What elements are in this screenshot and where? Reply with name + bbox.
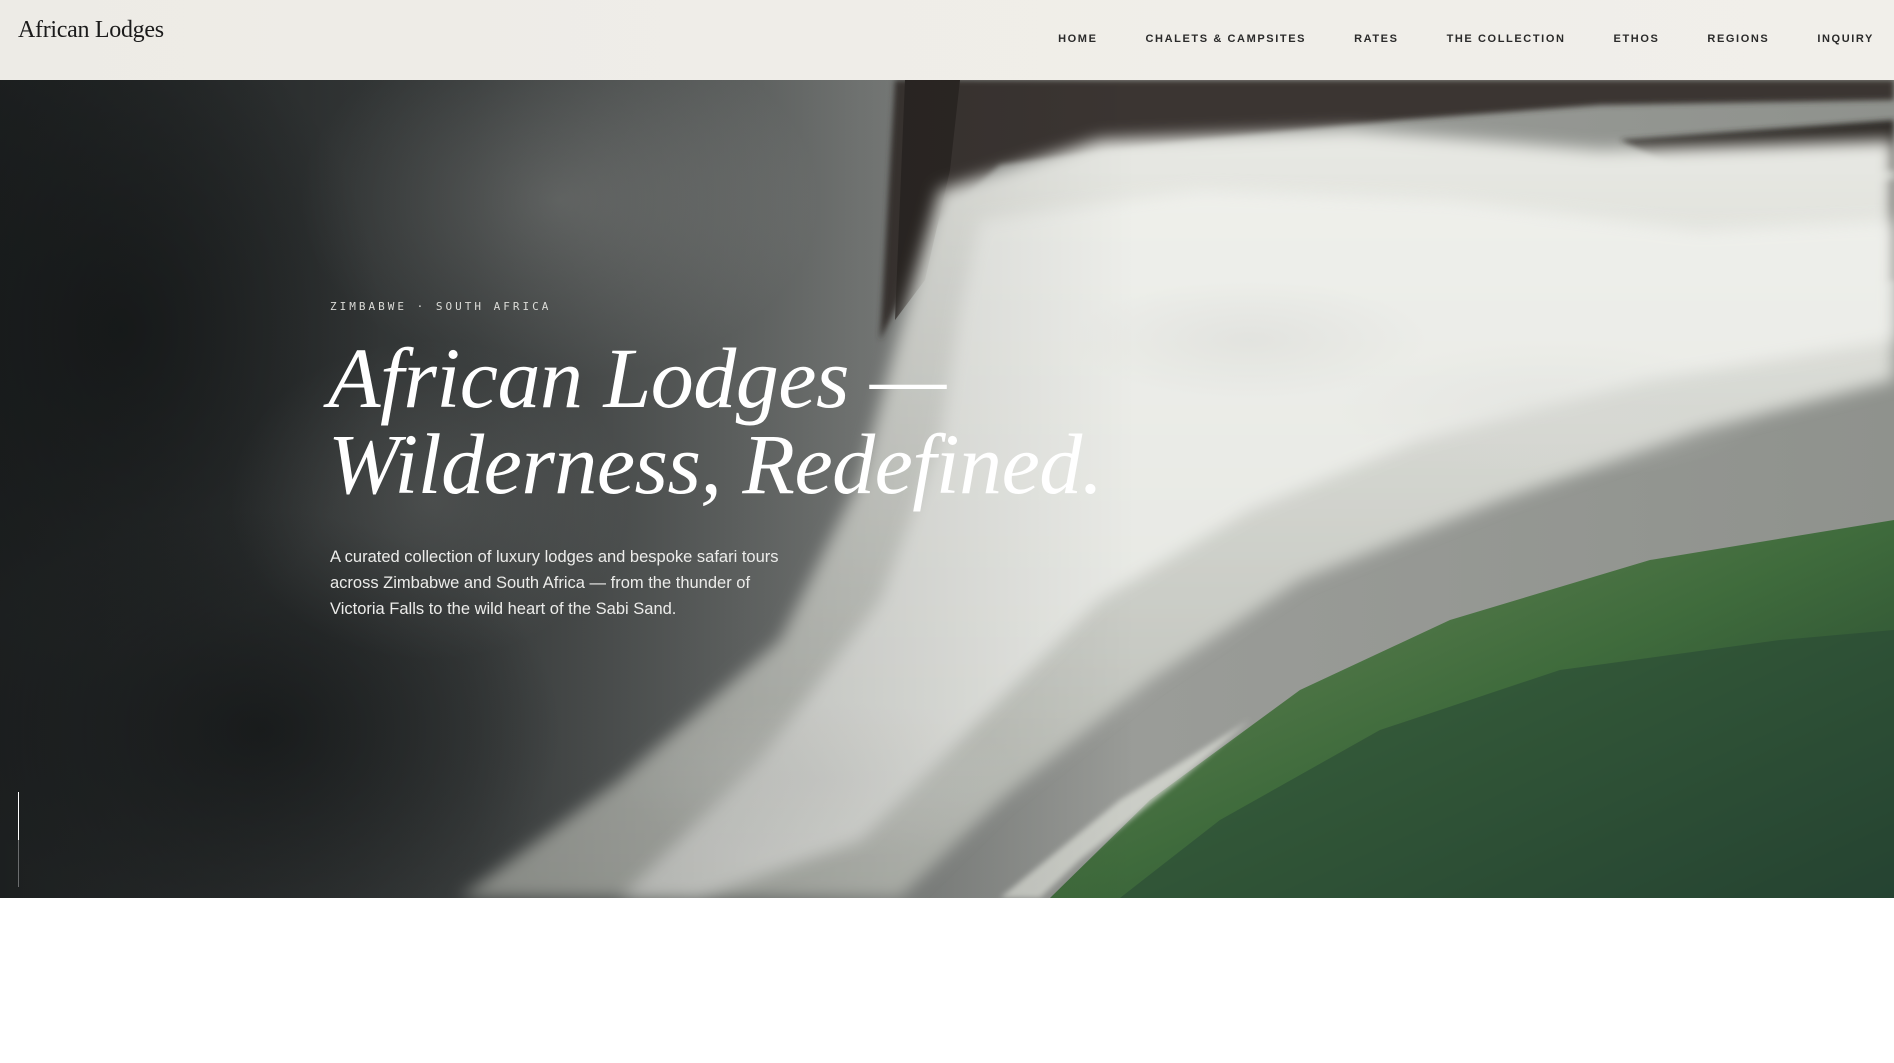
site-header: African Lodges HOME CHALETS & CAMPSITES …	[0, 0, 1894, 80]
nav-inquiry[interactable]: INQUIRY	[1817, 33, 1874, 45]
site-logo[interactable]: African Lodges	[18, 17, 164, 44]
nav-rates[interactable]: RATES	[1354, 33, 1398, 45]
scroll-progress-fill	[18, 792, 19, 840]
hero-section: ZIMBABWE · SOUTH AFRICA African Lodges —…	[0, 80, 1894, 898]
hero-headline-line-1: African Lodges —	[328, 330, 946, 426]
nav-home[interactable]: HOME	[1058, 33, 1097, 45]
hero-eyebrow: ZIMBABWE · SOUTH AFRICA	[330, 300, 552, 313]
nav-chalets-campsites[interactable]: CHALETS & CAMPSITES	[1146, 33, 1307, 45]
hero-headline: African Lodges — Wilderness, Redefined.	[328, 335, 1228, 507]
hero-description: A curated collection of luxury lodges an…	[330, 548, 779, 618]
hero-headline-line-2: Wilderness, Redefined.	[328, 416, 1103, 512]
scroll-progress-indicator	[18, 792, 19, 887]
nav-the-collection[interactable]: THE COLLECTION	[1447, 33, 1566, 45]
nav-ethos[interactable]: ETHOS	[1614, 33, 1660, 45]
nav-regions[interactable]: REGIONS	[1707, 33, 1769, 45]
main-nav: HOME CHALETS & CAMPSITES RATES THE COLLE…	[1010, 33, 1874, 45]
